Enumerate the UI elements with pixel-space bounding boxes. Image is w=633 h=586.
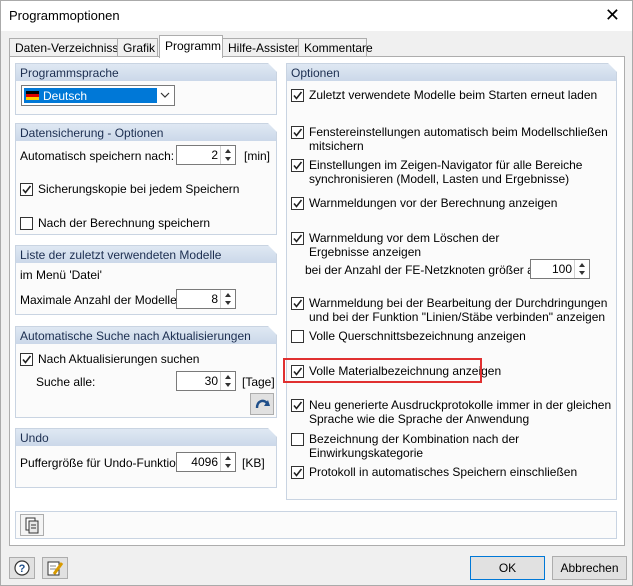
checkbox-checked-icon[interactable] xyxy=(291,297,304,310)
fe-nodes-value: 100 xyxy=(551,262,572,276)
dialog-window: Programmoptionen ✕ Daten-Verzeichnisse G… xyxy=(0,0,633,586)
option-window-settings-line2: mitsichern xyxy=(309,139,364,153)
option-navigator-sync-line1: Einstellungen im Zeigen-Navigator für al… xyxy=(309,158,583,172)
tab-daten-verzeichnisse[interactable]: Daten-Verzeichnisse xyxy=(9,38,125,57)
backup-copy-label: Sicherungskopie bei jedem Speichern xyxy=(38,182,240,196)
save-after-calc-label: Nach der Berechnung speichern xyxy=(38,216,211,230)
group-updates: Automatische Suche nach Aktualisierungen… xyxy=(15,326,277,418)
tab-kommentare[interactable]: Kommentare xyxy=(298,38,373,57)
undo-buffer-unit: [KB] xyxy=(242,456,265,470)
language-selected: Deutsch xyxy=(43,89,88,103)
option-window-settings-line1: Fenstereinstellungen automatisch beim Mo… xyxy=(309,125,608,139)
checkbox-checked-icon[interactable] xyxy=(291,399,304,412)
autosave-value: 2 xyxy=(211,148,218,162)
option-full-section-name-label: Volle Querschnittsbezeichnung anzeigen xyxy=(309,329,526,343)
group-backup-header: Datensicherung - Optionen xyxy=(16,123,277,141)
edit-button[interactable] xyxy=(42,557,68,579)
checkbox-unchecked-icon[interactable] xyxy=(291,330,304,343)
option-combination-name-line1: Bezeichnung der Kombination nach der xyxy=(309,432,520,446)
panel-footer xyxy=(15,511,617,539)
checkbox-checked-icon[interactable] xyxy=(20,353,33,366)
option-warn-before-calc-label: Warnmeldungen vor der Berechnung anzeige… xyxy=(309,196,558,210)
option-report-language-line2: Sprache wie die Sprache der Anwendung xyxy=(309,412,530,426)
checkbox-checked-icon[interactable] xyxy=(291,197,304,210)
stepper-arrows-icon[interactable] xyxy=(220,290,235,308)
cancel-button[interactable]: Abbrechen xyxy=(552,556,627,580)
help-icon: ? xyxy=(14,560,30,576)
group-backup: Datensicherung - Optionen Automatisch sp… xyxy=(15,123,277,235)
autosave-stepper[interactable]: 2 xyxy=(176,145,236,165)
group-options-header: Optionen xyxy=(287,63,617,81)
option-report-language-line1: Neu generierte Ausdruckprotokolle immer … xyxy=(309,398,612,412)
stepper-arrows-icon[interactable] xyxy=(220,372,235,390)
option-report-autosave-label: Protokoll in automatisches Speichern ein… xyxy=(309,465,578,479)
fe-nodes-stepper[interactable]: 100 xyxy=(530,259,590,279)
group-recent-header: Liste der zuletzt verwendeten Modelle xyxy=(16,245,277,263)
title-bar: Programmoptionen ✕ xyxy=(1,1,632,31)
option-warn-delete-results-line1: Warnmeldung vor dem Löschen der xyxy=(309,231,500,245)
group-updates-header: Automatische Suche nach Aktualisierungen xyxy=(16,326,277,344)
group-language: Programmsprache Deutsch xyxy=(15,63,277,115)
document-settings-icon xyxy=(25,517,39,534)
check-updates-label: Nach Aktualisierungen suchen xyxy=(38,352,200,366)
undo-buffer-label: Puffergröße für Undo-Funktion: xyxy=(20,456,186,470)
stepper-arrows-icon[interactable] xyxy=(220,453,235,471)
checkbox-checked-icon[interactable] xyxy=(291,89,304,102)
highlight-frame xyxy=(283,358,482,383)
checkbox-checked-icon[interactable] xyxy=(291,466,304,479)
group-options: Optionen Zuletzt verwendete Modelle beim… xyxy=(286,63,617,500)
recent-max-stepper[interactable]: 8 xyxy=(176,289,236,309)
ok-button[interactable]: OK xyxy=(470,556,545,580)
option-combination-name-line2: Einwirkungskategorie xyxy=(309,446,424,460)
checkbox-checked-icon[interactable] xyxy=(291,232,304,245)
autosave-label: Automatisch speichern nach: xyxy=(20,149,175,163)
close-icon[interactable]: ✕ xyxy=(605,4,620,26)
autosave-unit: [min] xyxy=(244,149,271,163)
checkbox-checked-icon[interactable] xyxy=(20,183,33,196)
defaults-button[interactable] xyxy=(20,514,44,536)
group-undo: Undo Puffergröße für Undo-Funktion: 4096… xyxy=(15,428,277,488)
interval-unit: [Tage] xyxy=(242,375,275,389)
tab-programm[interactable]: Programm xyxy=(159,35,223,58)
recent-max-value: 8 xyxy=(211,292,218,306)
option-reload-models-label: Zuletzt verwendete Modelle beim Starten … xyxy=(309,88,598,102)
stepper-arrows-icon[interactable] xyxy=(220,146,235,164)
tab-hilfe-assistent[interactable]: Hilfe-Assistent xyxy=(222,38,305,57)
check-now-button[interactable] xyxy=(250,393,274,415)
interval-stepper[interactable]: 30 xyxy=(176,371,236,391)
option-warn-delete-results-line2: Ergebnisse anzeigen xyxy=(309,245,422,259)
tab-grafik[interactable]: Grafik xyxy=(117,38,158,57)
undo-buffer-stepper[interactable]: 4096 xyxy=(176,452,236,472)
checkbox-checked-icon[interactable] xyxy=(291,159,304,172)
option-warn-penetrations-line2: und bei der Funktion "Linien/Stäbe verbi… xyxy=(309,310,606,324)
checkbox-checked-icon[interactable] xyxy=(291,126,304,139)
refresh-arrow-icon xyxy=(255,399,270,409)
group-recent: Liste der zuletzt verwendeten Modelle im… xyxy=(15,245,277,315)
interval-value: 30 xyxy=(204,374,218,388)
language-select[interactable]: Deutsch xyxy=(21,85,175,106)
checkbox-unchecked-icon[interactable] xyxy=(291,433,304,446)
stepper-arrows-icon[interactable] xyxy=(574,260,589,278)
option-navigator-sync-line2: synchronisieren (Modell, Lasten und Erge… xyxy=(309,172,570,186)
undo-buffer-value: 4096 xyxy=(191,455,218,469)
recent-menu-label: im Menü 'Datei' xyxy=(20,268,102,282)
interval-label: Suche alle: xyxy=(36,375,96,389)
window-title: Programmoptionen xyxy=(9,8,120,23)
help-button[interactable]: ? xyxy=(9,557,35,579)
recent-max-label: Maximale Anzahl der Modelle: xyxy=(20,293,181,307)
german-flag-icon xyxy=(26,91,39,100)
notepad-pencil-icon xyxy=(47,561,64,576)
group-language-header: Programmsprache xyxy=(16,63,277,81)
svg-text:?: ? xyxy=(19,563,26,575)
checkbox-unchecked-icon[interactable] xyxy=(20,217,33,230)
chevron-down-icon xyxy=(160,92,170,98)
fe-nodes-label: bei der Anzahl der FE-Netzknoten größer … xyxy=(305,263,546,277)
group-undo-header: Undo xyxy=(16,428,277,446)
option-warn-penetrations-line1: Warnmeldung bei der Bearbeitung der Durc… xyxy=(309,296,608,310)
